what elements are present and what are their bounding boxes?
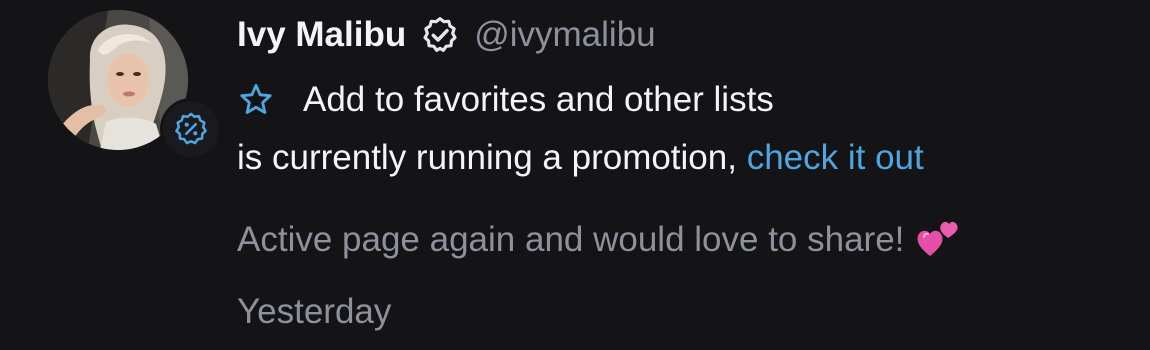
message-body: Active page again and would love to shar… (237, 220, 905, 259)
promotion-text: is currently running a promotion, check … (237, 134, 924, 182)
add-to-favorites-button[interactable]: Add to favorites and other lists (237, 76, 774, 124)
discount-badge-icon (175, 112, 207, 145)
verified-icon (420, 15, 460, 55)
user-name[interactable]: Ivy Malibu (237, 15, 406, 55)
promotion-notification[interactable]: Ivy Malibu @ivymalibu Add to favorites a… (0, 0, 1150, 350)
two-hearts-icon (914, 216, 962, 264)
check-it-out-link[interactable]: check it out (747, 138, 924, 177)
star-outline-icon (237, 81, 275, 119)
add-to-favorites-label: Add to favorites and other lists (303, 80, 774, 119)
message-text: Active page again and would love to shar… (237, 216, 962, 264)
promotion-badge (160, 98, 222, 160)
avatar-container (48, 10, 222, 160)
promotion-message: is currently running a promotion, (237, 138, 747, 177)
notification-header: Ivy Malibu @ivymalibu (237, 10, 656, 60)
timestamp: Yesterday (237, 292, 392, 331)
user-handle[interactable]: @ivymalibu (474, 15, 655, 55)
